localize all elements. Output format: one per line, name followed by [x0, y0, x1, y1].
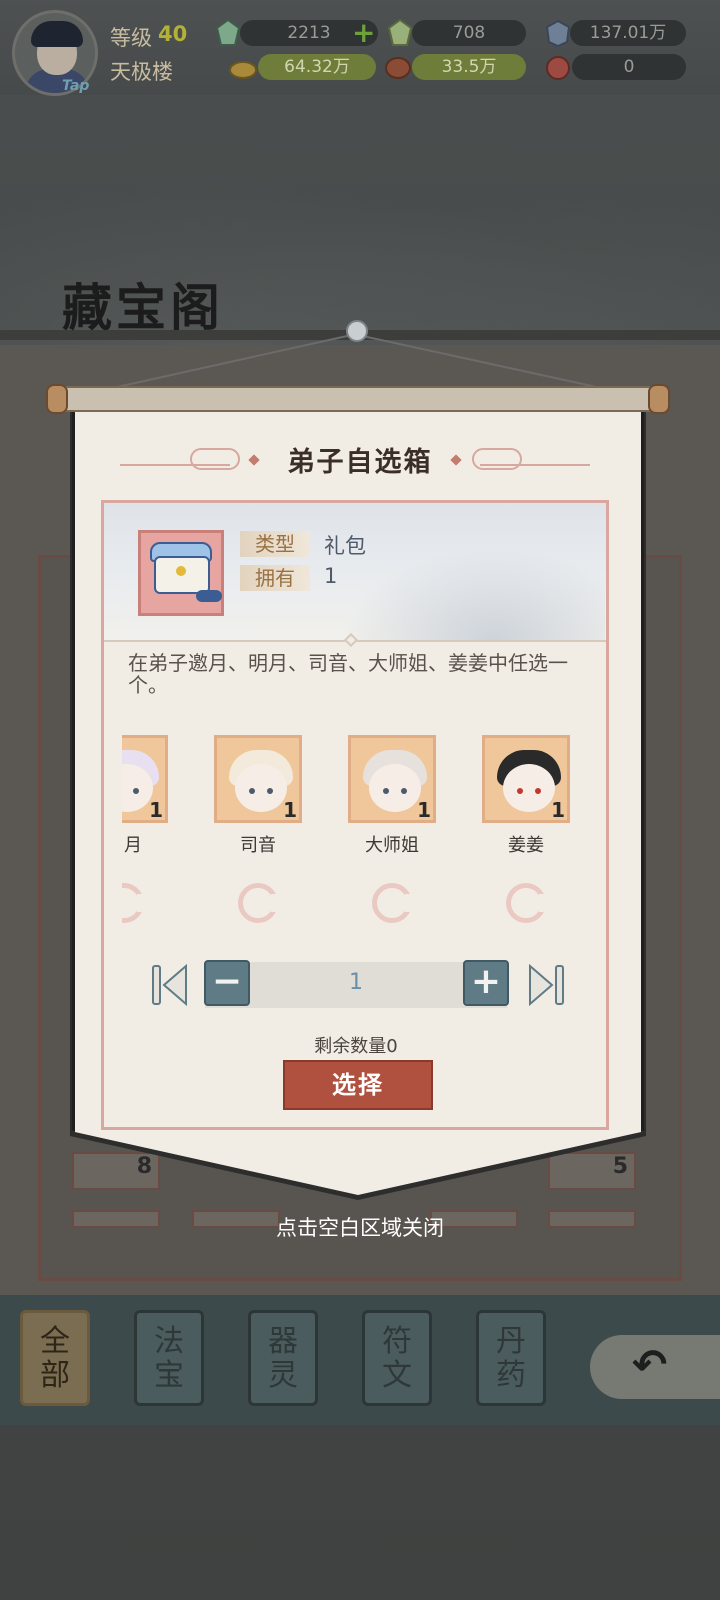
background-item-card: 8: [72, 1152, 160, 1190]
resource-red-token: 0: [572, 54, 686, 80]
skip-to-last-icon[interactable]: [526, 962, 566, 1008]
tab-runes[interactable]: 符文: [362, 1310, 432, 1406]
hero-name: 姜姜: [508, 835, 544, 856]
background-item-card: [548, 1210, 636, 1228]
resource-gold: 64.32万: [258, 54, 376, 80]
increase-quantity-button[interactable]: +: [463, 960, 509, 1006]
hero-portrait: 1: [122, 735, 168, 823]
hero-eye: [401, 788, 407, 794]
player-name: 天极楼: [110, 60, 173, 84]
hero-eye: [517, 788, 523, 794]
resource-rainbow-crystal: 708: [412, 20, 526, 46]
avatar-tap-label: Tap: [62, 78, 90, 94]
hero-eye: [267, 788, 273, 794]
gold-ingot-icon: [229, 61, 257, 79]
hero-eye: [535, 788, 541, 794]
chest-gem: [176, 566, 186, 576]
red-token-icon: [546, 56, 570, 80]
level-value: 40: [158, 22, 188, 46]
rainbow-crystal-icon: [387, 18, 413, 46]
hero-portrait: 1: [214, 735, 302, 823]
avatar-hair: [31, 21, 83, 47]
add-resource-button[interactable]: +: [352, 19, 375, 47]
meat-icon: [385, 57, 411, 79]
decrease-quantity-button[interactable]: −: [204, 960, 250, 1006]
own-value: 1: [324, 564, 338, 588]
tab-pills[interactable]: 丹药: [476, 1310, 546, 1406]
type-label: 类型: [240, 531, 310, 557]
tab-spirits[interactable]: 器灵: [248, 1310, 318, 1406]
select-button[interactable]: 选择: [283, 1060, 433, 1110]
title-ornament-line: [480, 464, 590, 466]
hero-count: 1: [283, 798, 297, 822]
background-item-card: 5: [548, 1152, 636, 1190]
hero-eye: [383, 788, 389, 794]
hero-face: [235, 764, 287, 812]
hero-face: [369, 764, 421, 812]
hero-name: 司音: [240, 835, 276, 856]
background-item-card: [72, 1210, 160, 1228]
hero-radio[interactable]: [122, 883, 147, 923]
title-swirl-ornament: [472, 448, 522, 470]
hero-count: 1: [551, 798, 565, 822]
hero-radio[interactable]: [506, 883, 549, 923]
hero-choice-list[interactable]: 1 月 1 司音 1 大师姐 1 姜姜: [122, 720, 600, 940]
item-description: 在弟子邀月、明月、司音、大师姐、姜姜中任选一个。: [128, 651, 568, 697]
type-value: 礼包: [324, 534, 366, 558]
close-hint: 点击空白区域关闭: [276, 1216, 444, 1240]
tab-all[interactable]: 全部: [20, 1310, 90, 1406]
page-title: 藏宝阁: [62, 278, 224, 337]
hero-portrait: 1: [348, 735, 436, 823]
hero-portrait: 1: [482, 735, 570, 823]
item-header-mountains: [330, 540, 605, 640]
quantity-value: 1: [349, 970, 363, 995]
hero-face: [503, 764, 555, 812]
spirit-stone-icon: [215, 18, 241, 46]
tab-artifacts[interactable]: 法宝: [134, 1310, 204, 1406]
hero-name: 大师姐: [365, 835, 419, 856]
chest-ribbon: [196, 590, 222, 602]
hero-name: 月: [124, 835, 142, 856]
hanging-knob: [346, 320, 368, 342]
hero-radio[interactable]: [238, 883, 281, 923]
hero-eye: [133, 788, 139, 794]
remaining-count: 剩余数量0: [314, 1036, 398, 1057]
back-arrow-icon: ↶: [632, 1340, 668, 1389]
scroll-rod-end: [648, 384, 670, 414]
scroll-rod-end: [46, 384, 68, 414]
skip-to-first-icon[interactable]: [150, 962, 190, 1008]
hero-count: 1: [149, 798, 163, 822]
hero-eye: [249, 788, 255, 794]
hero-count: 1: [417, 798, 431, 822]
blue-gem-icon: [545, 19, 571, 48]
level-label: 等级: [110, 26, 152, 50]
resource-meat: 33.5万: [412, 54, 526, 80]
scroll-rod: [48, 386, 664, 412]
own-label: 拥有: [240, 565, 310, 591]
resource-blue-gem: 137.01万: [570, 20, 686, 46]
hero-radio[interactable]: [372, 883, 415, 923]
